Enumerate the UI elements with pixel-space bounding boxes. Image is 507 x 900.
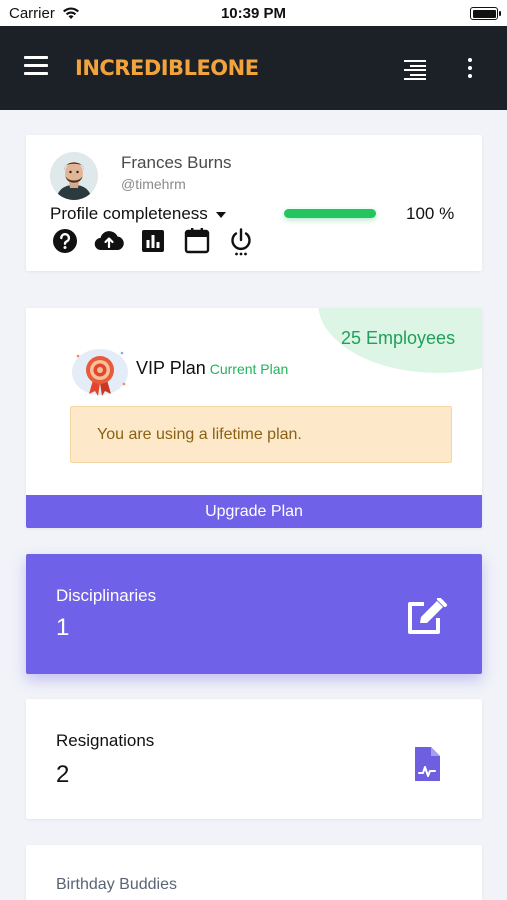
award-badge-icon [70, 344, 130, 400]
more-vertical-icon[interactable] [466, 58, 474, 80]
app-logo: INCREDIBLEONE [75, 56, 259, 80]
upgrade-plan-button[interactable]: Upgrade Plan [26, 495, 482, 528]
power-icon[interactable] [227, 227, 255, 256]
completeness-progress-bar [284, 209, 376, 218]
plan-name: VIP Plan [136, 358, 206, 378]
profile-completeness-dropdown[interactable]: Profile completeness [50, 204, 226, 224]
logo-text: INCREDIBLE [75, 56, 211, 80]
birthday-buddies-card: Birthday Buddies [26, 845, 482, 900]
plan-card: 25 Employees VIP Plan Current Plan You ar… [26, 308, 482, 528]
avatar[interactable] [50, 152, 98, 200]
profile-card: Frances Burns @timehrm Profile completen… [26, 135, 482, 271]
disciplinaries-value: 1 [56, 614, 70, 641]
resignations-card[interactable]: Resignations 2 [26, 699, 482, 819]
help-circle-icon[interactable] [51, 227, 79, 255]
logo-accent: ONE [210, 56, 259, 80]
align-right-icon[interactable] [404, 60, 426, 80]
plan-title: VIP Plan Current Plan [136, 358, 288, 379]
plan-notice-text: You are using a lifetime plan. [97, 426, 302, 443]
disciplinaries-card[interactable]: Disciplinaries 1 [26, 554, 482, 674]
plan-notice: You are using a lifetime plan. [70, 406, 452, 463]
birthday-buddies-title: Birthday Buddies [56, 876, 177, 893]
cloud-upload-icon[interactable] [93, 227, 125, 255]
completeness-percent: 100 % [406, 204, 455, 223]
profile-name: Frances Burns [121, 153, 232, 172]
app-bar: INCREDIBLEONE [0, 26, 507, 110]
employees-count: 25 Employees [341, 328, 456, 348]
resignations-value: 2 [56, 761, 70, 788]
status-bar: Carrier 10:39 PM [0, 0, 507, 26]
profile-handle: @timehrm [121, 176, 186, 192]
bar-chart-icon[interactable] [139, 227, 167, 255]
hamburger-icon[interactable] [24, 56, 48, 78]
status-time: 10:39 PM [220, 5, 287, 22]
current-plan-label: Current Plan [209, 361, 289, 377]
resignations-label: Resignations [56, 731, 155, 750]
battery-icon [470, 7, 501, 20]
calendar-icon[interactable] [183, 227, 211, 255]
completeness-label: Profile completeness [50, 204, 208, 223]
caret-down-icon [215, 211, 226, 218]
edit-icon[interactable] [404, 597, 450, 643]
progress-fill [284, 209, 376, 218]
disciplinaries-label: Disciplinaries [56, 586, 157, 605]
document-icon[interactable] [412, 745, 442, 788]
